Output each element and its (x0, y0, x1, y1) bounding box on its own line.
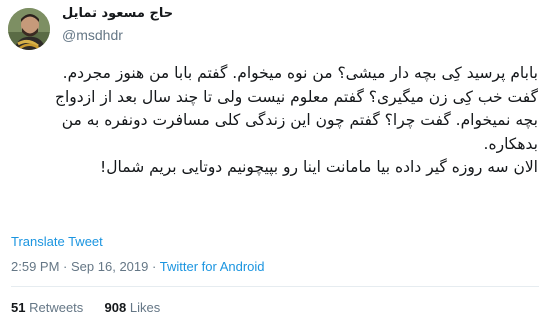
tweet-text: بابام پرسید کِی بچه دار میشی؟ من نوه میخ… (10, 62, 538, 180)
author-display-name[interactable]: حاج مسعود تمایل (62, 6, 173, 21)
likes-label: Likes (129, 300, 161, 315)
tweet-meta: 2:59 PM · Sep 16, 2019 · Twitter for And… (11, 259, 265, 274)
meta-separator: · (152, 259, 157, 274)
likes-count: 908 (104, 300, 127, 315)
translate-tweet-link[interactable]: Translate Tweet (11, 234, 103, 249)
retweets-count: 51 (11, 300, 26, 315)
tweet-card: حاج مسعود تمایل @msdhdr بابام پرسید کِی … (0, 0, 550, 330)
avatar[interactable] (8, 8, 50, 50)
meta-separator: · (63, 259, 68, 274)
tweet-text-line: الان سه روزه گیر داده بیا مامانت اینا رو… (100, 158, 538, 176)
tweet-date[interactable]: Sep 16, 2019 (71, 259, 148, 274)
tweet-time[interactable]: 2:59 PM (11, 259, 59, 274)
tweet-text-line: گفت خب کِی زن میگیری؟ گفتم معلوم نیست ول… (54, 87, 538, 106)
tweet-stats: 51 Retweets 908 Likes (11, 300, 160, 315)
likes-stat[interactable]: 908 Likes (105, 300, 161, 315)
tweet-text-line: بدهکاره. (483, 134, 538, 153)
tweet-text-line: بچه نمیخوام. گفت چرا؟ گفتم چون این زندگی… (61, 111, 538, 129)
divider (11, 286, 539, 287)
tweet-text-line: بابام پرسید کِی بچه دار میشی؟ من نوه میخ… (62, 64, 538, 82)
profile-photo-icon (8, 8, 50, 50)
retweets-stat[interactable]: 51 Retweets (11, 300, 87, 315)
retweets-label: Retweets (29, 300, 84, 315)
tweet-source-link[interactable]: Twitter for Android (160, 259, 265, 274)
author-handle[interactable]: @msdhdr (62, 27, 123, 43)
